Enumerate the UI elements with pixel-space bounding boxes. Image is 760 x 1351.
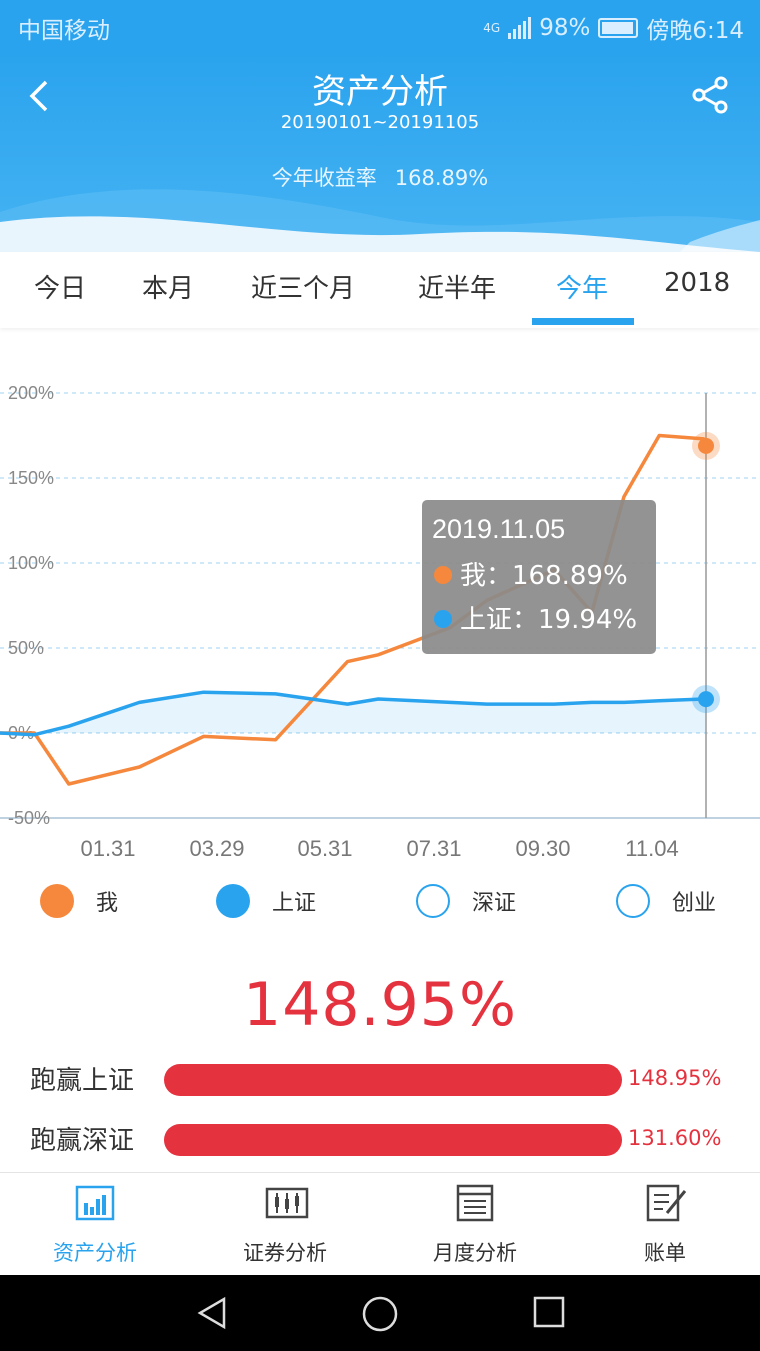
system-nav-bar xyxy=(0,1275,760,1351)
tooltip-date: 2019.11.05 xyxy=(432,514,565,544)
nav-bill[interactable]: 账单 xyxy=(570,1173,760,1276)
y-tick-label: 50% xyxy=(8,638,44,658)
outperform-bar-track xyxy=(164,1064,622,1096)
network-type: 4G xyxy=(483,21,501,35)
legend-label-me: 我 xyxy=(96,891,119,916)
outperform-value: 131.60% xyxy=(628,1126,722,1150)
header: 资产分析 20190101~20191105 今年收益率 168.89% xyxy=(0,52,760,252)
legend-dot-chinext xyxy=(616,884,650,918)
tab-today[interactable]: 今日 xyxy=(34,268,86,305)
nav-label: 证券分析 xyxy=(243,1241,327,1265)
tooltip-dot xyxy=(434,610,452,628)
tab-2018[interactable]: 2018 xyxy=(664,268,730,298)
x-tick-label: 01.31 xyxy=(80,836,135,861)
nav-label: 账单 xyxy=(644,1241,686,1265)
clock: 傍晚6:14 xyxy=(646,18,744,44)
x-tick-label: 05.31 xyxy=(297,836,352,861)
nav-securities-analysis[interactable]: 证券分析 xyxy=(190,1173,380,1276)
legend-item-shenzhen[interactable]: 深证 xyxy=(416,884,516,918)
outperform-row-shenzhen: 跑赢深证 131.60% xyxy=(0,1120,760,1160)
outperform-label: 跑赢上证 xyxy=(30,1066,135,1096)
calendar-list-icon xyxy=(456,1184,494,1222)
legend-dot-shanghai xyxy=(216,884,250,918)
carrier-name: 中国移动 xyxy=(18,18,110,44)
year-return-label: 今年收益率 xyxy=(271,166,377,190)
edit-document-icon xyxy=(646,1184,687,1222)
nav-label: 月度分析 xyxy=(433,1241,517,1265)
tab-half-year[interactable]: 近半年 xyxy=(418,268,496,305)
y-tick-label: 100% xyxy=(8,553,54,573)
tab-three-months[interactable]: 近三个月 xyxy=(251,268,355,305)
y-tick-label: 200% xyxy=(8,383,54,403)
nav-label: 资产分析 xyxy=(53,1241,137,1265)
x-tick-label: 11.04 xyxy=(625,836,678,861)
signal-icon xyxy=(508,17,532,39)
back-triangle-icon[interactable] xyxy=(194,1295,230,1331)
chart-tooltip: 2019.11.05 我：168.89% 上证：19.94% xyxy=(422,500,656,654)
x-tick-label: 07.31 xyxy=(406,836,461,861)
share-button[interactable] xyxy=(690,74,732,116)
x-tick-label: 09.30 xyxy=(515,836,570,861)
year-return-value: 168.89% xyxy=(394,166,489,190)
legend-item-chinext[interactable]: 创业 xyxy=(616,884,716,918)
y-tick-label: -50% xyxy=(8,808,50,828)
chart-legend: 我 上证 深证 创业 xyxy=(0,872,760,932)
data-point-me xyxy=(698,437,714,454)
legend-dot-shenzhen xyxy=(416,884,450,918)
outperform-bar-fill xyxy=(164,1064,622,1096)
home-circle-icon[interactable] xyxy=(361,1295,399,1333)
period-tabs: 今日 本月 近三个月 近半年 今年 2018 xyxy=(0,252,760,328)
year-return: 今年收益率 168.89% xyxy=(0,162,760,192)
date-range: 20190101~20191105 xyxy=(280,112,480,133)
battery-icon xyxy=(598,18,639,38)
y-tick-label: 150% xyxy=(8,468,54,488)
page-title: 资产分析 xyxy=(312,72,448,112)
battery-percent: 98% xyxy=(539,15,591,41)
outperform-bar-track xyxy=(164,1124,622,1156)
tooltip-row: 上证：19.94% xyxy=(460,605,637,635)
outperform-row-shanghai: 跑赢上证 148.95% xyxy=(0,1060,760,1100)
outperform-bar-fill xyxy=(164,1124,622,1156)
legend-item-shanghai[interactable]: 上证 xyxy=(216,884,316,918)
return-chart[interactable]: 200%150%100%50%0%-50%01.31 03.29 05.31 07.3… xyxy=(0,338,760,868)
x-tick-label: 03.29 xyxy=(189,836,244,861)
bar-chart-icon xyxy=(75,1185,115,1221)
legend-label-shenzhen: 深证 xyxy=(472,891,517,916)
candlestick-icon xyxy=(265,1187,309,1219)
active-tab-indicator xyxy=(532,318,634,325)
bottom-nav: 资产分析 证券分析 月度分析 账单 xyxy=(0,1172,760,1275)
nav-asset-analysis[interactable]: 资产分析 xyxy=(0,1173,190,1276)
legend-label-chinext: 创业 xyxy=(672,891,717,916)
share-icon xyxy=(692,76,728,114)
tab-this-year[interactable]: 今年 xyxy=(556,268,608,305)
legend-label-shanghai: 上证 xyxy=(272,891,317,916)
tab-this-month[interactable]: 本月 xyxy=(142,268,194,305)
legend-dot-me xyxy=(40,884,74,918)
outperform-label: 跑赢深证 xyxy=(30,1126,135,1156)
tooltip-row: 我：168.89% xyxy=(460,561,628,591)
outperformance-headline: 148.95% xyxy=(243,970,517,1040)
outperform-value: 148.95% xyxy=(628,1066,722,1090)
status-bar: 中国移动 4G 98% 傍晚6:14 xyxy=(0,0,760,52)
legend-item-me[interactable]: 我 xyxy=(40,884,118,918)
data-point-shanghai xyxy=(698,691,714,708)
recents-square-icon[interactable] xyxy=(532,1295,566,1329)
nav-monthly-analysis[interactable]: 月度分析 xyxy=(380,1173,570,1276)
tooltip-dot xyxy=(434,566,452,584)
